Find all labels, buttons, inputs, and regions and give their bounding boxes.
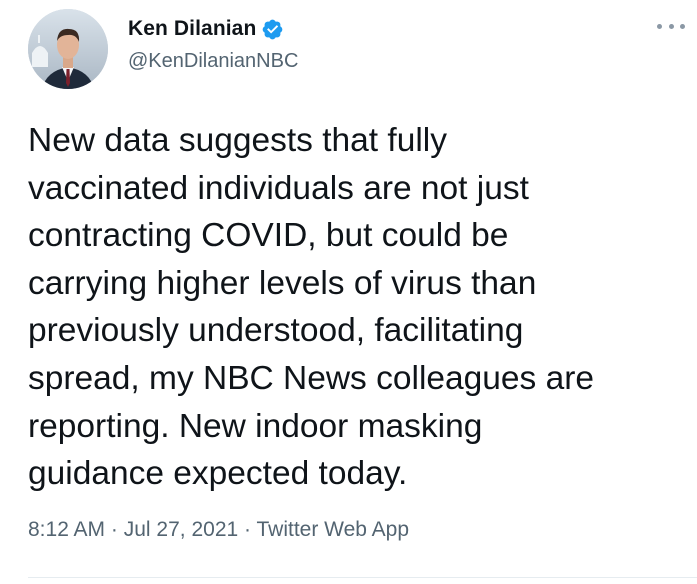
- divider: [28, 577, 697, 578]
- avatar[interactable]: [28, 9, 108, 89]
- tweet-text: New data suggests that fully vaccinated …: [28, 122, 595, 493]
- profile-photo-icon: [28, 9, 108, 89]
- display-name[interactable]: Ken Dilanian: [128, 17, 256, 41]
- tweet-source[interactable]: Twitter Web App: [257, 518, 410, 541]
- meta-separator: ·: [244, 518, 252, 541]
- handle[interactable]: @KenDilanianNBC: [128, 50, 298, 73]
- more-options-icon[interactable]: [657, 16, 685, 36]
- tweet-metadata: 8:12 AM · Jul 27, 2021 · Twitter Web App: [28, 518, 409, 542]
- tweet-date[interactable]: Jul 27, 2021: [124, 518, 238, 541]
- tweet-card: Ken Dilanian @KenDilanianNBC New data su…: [0, 0, 697, 584]
- meta-separator: ·: [110, 518, 118, 541]
- more-dot: [657, 23, 662, 29]
- more-dot: [668, 23, 674, 29]
- tweet-time[interactable]: 8:12 AM: [28, 518, 105, 541]
- name-row: Ken Dilanian: [128, 14, 298, 44]
- more-dot: [680, 23, 685, 29]
- verified-badge-icon: [263, 19, 283, 39]
- author-block: Ken Dilanian @KenDilanianNBC: [128, 14, 298, 73]
